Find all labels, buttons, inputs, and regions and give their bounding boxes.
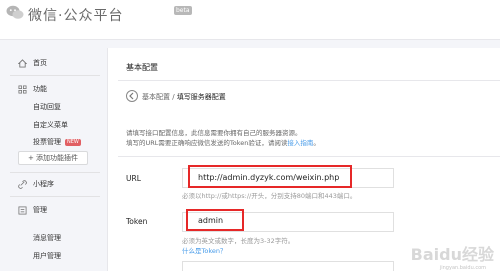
token-label: Token [126,217,148,226]
breadcrumb-current: 填写服务器配置 [176,93,226,101]
url-label: URL [126,174,141,183]
sidebar-section-label: 管理 [33,206,47,214]
new-badge: NEW [65,138,81,146]
platform-title[interactable]: 微信·公众平台 [28,5,123,25]
sidebar: 首页 功能 自动回复 自定义菜单 投票管理 NEW + 添加功能插件 小程序 管… [0,48,108,271]
sidebar-item-auto-reply[interactable]: 自动回复 [0,100,108,114]
sidebar-section-manage: 管理 [0,203,108,217]
sidebar-item-user-manage[interactable]: 用户管理 [0,249,108,263]
description-line: 请填写接口配置信息，此信息需要你拥有自己的服务器资源。 [126,129,302,137]
add-plugin-button[interactable]: + 添加功能插件 [18,151,88,165]
grid-icon [18,84,27,94]
back-button[interactable] [126,90,138,102]
token-value: admin [198,216,224,225]
divider [10,172,100,173]
manage-icon [18,205,27,215]
sidebar-item-label: 首页 [33,59,47,67]
config-description: 请填写接口配置信息，此信息需要你拥有自己的服务器资源。 填写的URL需要正确响应… [126,128,320,148]
sidebar-section-functions: 功能 [0,82,108,96]
what-is-token-link[interactable]: 什么是Token？ [182,245,227,255]
baidu-watermark-url: jingyan.baidu.com [439,265,486,271]
sidebar-item-mini-program[interactable]: 小程序 [0,177,108,191]
home-icon [18,58,27,68]
description-text: 填写的URL需要正确响应微信发送的Token验证，请阅读 [126,139,288,147]
sidebar-item-vote[interactable]: 投票管理 NEW [0,135,108,149]
link-icon [18,179,27,189]
divider [10,75,100,76]
sidebar-item-label: 自动回复 [33,103,61,111]
sidebar-item-home[interactable]: 首页 [0,56,108,70]
wechat-logo-icon[interactable] [6,5,24,20]
main-panel: 基本配置 基本配置 / 填写服务器配置 请填写接口配置信息，此信息需要你拥有自己… [108,48,500,271]
page-title: 基本配置 [126,63,158,72]
beta-badge: beta [174,6,192,15]
header-divider [0,40,500,48]
sidebar-item-label: 小程序 [33,180,54,188]
url-value: http://admin.dyzyk.com/weixin.php [198,173,340,182]
top-bar: 微信·公众平台 beta [0,0,500,40]
sidebar-item-message-manage[interactable]: 消息管理 [0,231,108,245]
breadcrumb: 基本配置 / 填写服务器配置 [142,92,226,102]
breadcrumb-parent[interactable]: 基本配置 [142,93,170,101]
baidu-watermark: Baidu经验 [410,245,494,264]
divider [118,80,500,81]
divider [118,156,500,157]
sidebar-item-label: 用户管理 [33,252,61,260]
sidebar-item-label: 自定义菜单 [33,121,68,129]
description-text: 。 [313,139,320,147]
chevron-left-icon [129,92,134,100]
next-field[interactable] [182,261,394,271]
sidebar-section-label: 功能 [33,85,47,93]
url-hint: 必须以http://或https://开头，分别支持80端口和443端口。 [182,192,357,200]
breadcrumb-separator: / [170,93,177,101]
sidebar-item-label: 投票管理 [33,138,61,146]
token-hint: 必须为英文或数字，长度为3-32字符。 [182,237,295,245]
sidebar-item-label: 消息管理 [33,234,61,242]
description-line: 填写的URL需要正确响应微信发送的Token验证，请阅读接入指南。 [126,138,320,148]
access-guide-link[interactable]: 接入指南 [287,139,313,147]
sidebar-item-custom-menu[interactable]: 自定义菜单 [0,118,108,132]
divider [10,196,100,197]
